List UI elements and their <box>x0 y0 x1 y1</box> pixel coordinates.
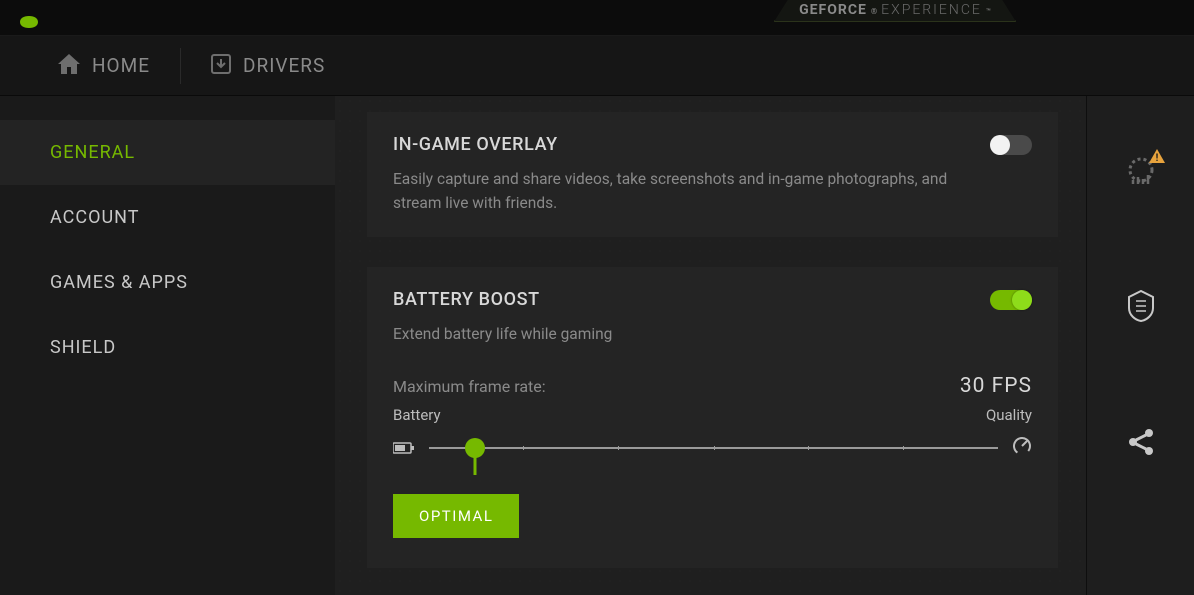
right-rail: ! <box>1086 96 1194 595</box>
battery-icon <box>393 439 415 458</box>
slider-label-quality: Quality <box>986 406 1032 424</box>
main-nav: HOME DRIVERS <box>0 36 1194 96</box>
brand-light: EXPERIENCE <box>881 2 982 18</box>
sidebar-item-label: ACCOUNT <box>50 207 139 228</box>
nvidia-logo-icon <box>18 14 40 33</box>
battery-boost-card: BATTERY BOOST Extend battery life while … <box>367 267 1058 568</box>
nav-drivers[interactable]: DRIVERS <box>181 48 355 84</box>
sidebar-item-general[interactable]: GENERAL <box>0 120 335 185</box>
optimal-label: OPTIMAL <box>419 507 493 525</box>
home-icon <box>58 54 80 78</box>
rail-share-icon[interactable] <box>1123 424 1159 460</box>
settings-sidebar: GENERAL ACCOUNT GAMES & APPS SHIELD <box>0 96 335 595</box>
sidebar-item-label: SHIELD <box>50 337 116 358</box>
geforce-experience-badge: GEFORCE ® EXPERIENCE ™ <box>760 0 1030 24</box>
in-game-overlay-card: IN-GAME OVERLAY Easily capture and share… <box>367 112 1058 237</box>
battery-desc: Extend battery life while gaming <box>393 322 953 346</box>
brand-bold: GEFORCE <box>799 2 867 18</box>
nav-home-label: HOME <box>92 54 150 77</box>
brand-reg: ® <box>871 7 877 16</box>
rail-stats-icon[interactable]: ! <box>1123 152 1159 188</box>
rail-battery-shield-icon[interactable] <box>1123 288 1159 324</box>
overlay-desc: Easily capture and share videos, take sc… <box>393 167 953 215</box>
sidebar-item-account[interactable]: ACCOUNT <box>0 185 335 250</box>
title-bar: GEFORCE ® EXPERIENCE ™ <box>0 0 1194 36</box>
framerate-slider[interactable] <box>429 447 998 449</box>
sidebar-item-shield[interactable]: SHIELD <box>0 315 335 380</box>
drivers-icon <box>211 54 231 78</box>
settings-content: IN-GAME OVERLAY Easily capture and share… <box>335 96 1086 595</box>
sidebar-item-games-apps[interactable]: GAMES & APPS <box>0 250 335 315</box>
sidebar-item-label: GAMES & APPS <box>50 272 188 293</box>
brand-tm: ™ <box>986 7 991 16</box>
nav-drivers-label: DRIVERS <box>243 54 325 77</box>
max-frame-rate-label: Maximum frame rate: <box>393 377 546 396</box>
battery-title: BATTERY BOOST <box>393 289 540 310</box>
sidebar-item-label: GENERAL <box>50 142 135 163</box>
battery-toggle[interactable] <box>990 290 1032 310</box>
svg-text:!: ! <box>1155 153 1158 163</box>
slider-label-battery: Battery <box>393 406 441 424</box>
overlay-toggle[interactable] <box>990 135 1032 155</box>
overlay-title: IN-GAME OVERLAY <box>393 134 558 155</box>
fps-value: 30 FPS <box>960 374 1032 398</box>
optimal-button[interactable]: OPTIMAL <box>393 494 519 538</box>
warning-badge-icon: ! <box>1149 148 1165 167</box>
nav-home[interactable]: HOME <box>40 48 181 84</box>
slider-handle[interactable] <box>465 438 485 458</box>
quality-gauge-icon <box>1012 436 1032 460</box>
main-area: GENERAL ACCOUNT GAMES & APPS SHIELD IN-G… <box>0 96 1194 595</box>
